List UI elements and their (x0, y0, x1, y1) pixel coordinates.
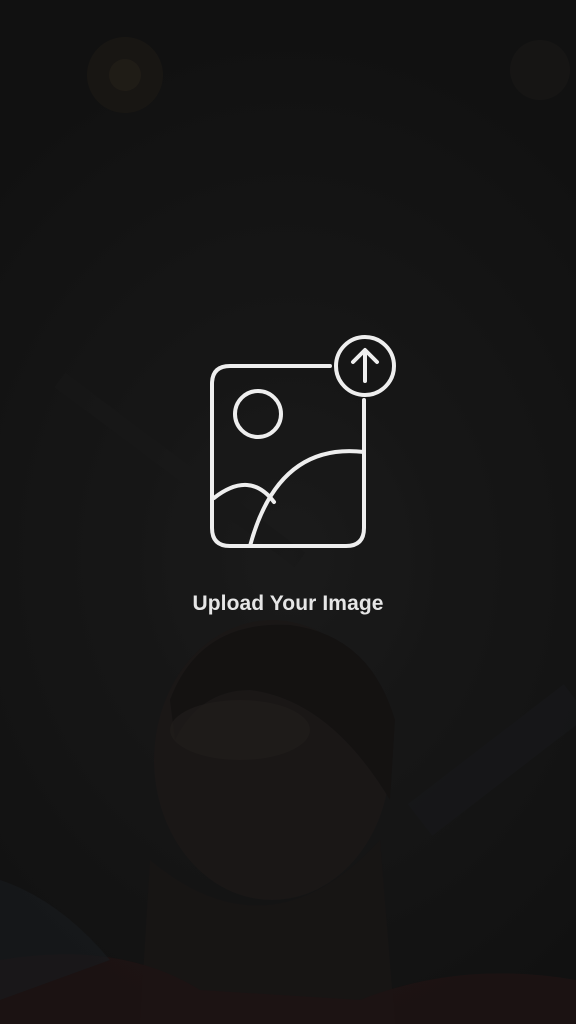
upload-image-button[interactable]: Upload Your Image (180, 330, 396, 630)
upload-label: Upload Your Image (192, 592, 384, 615)
upload-screen: Upload Your Image (0, 0, 576, 1024)
image-upload-icon (210, 335, 396, 548)
